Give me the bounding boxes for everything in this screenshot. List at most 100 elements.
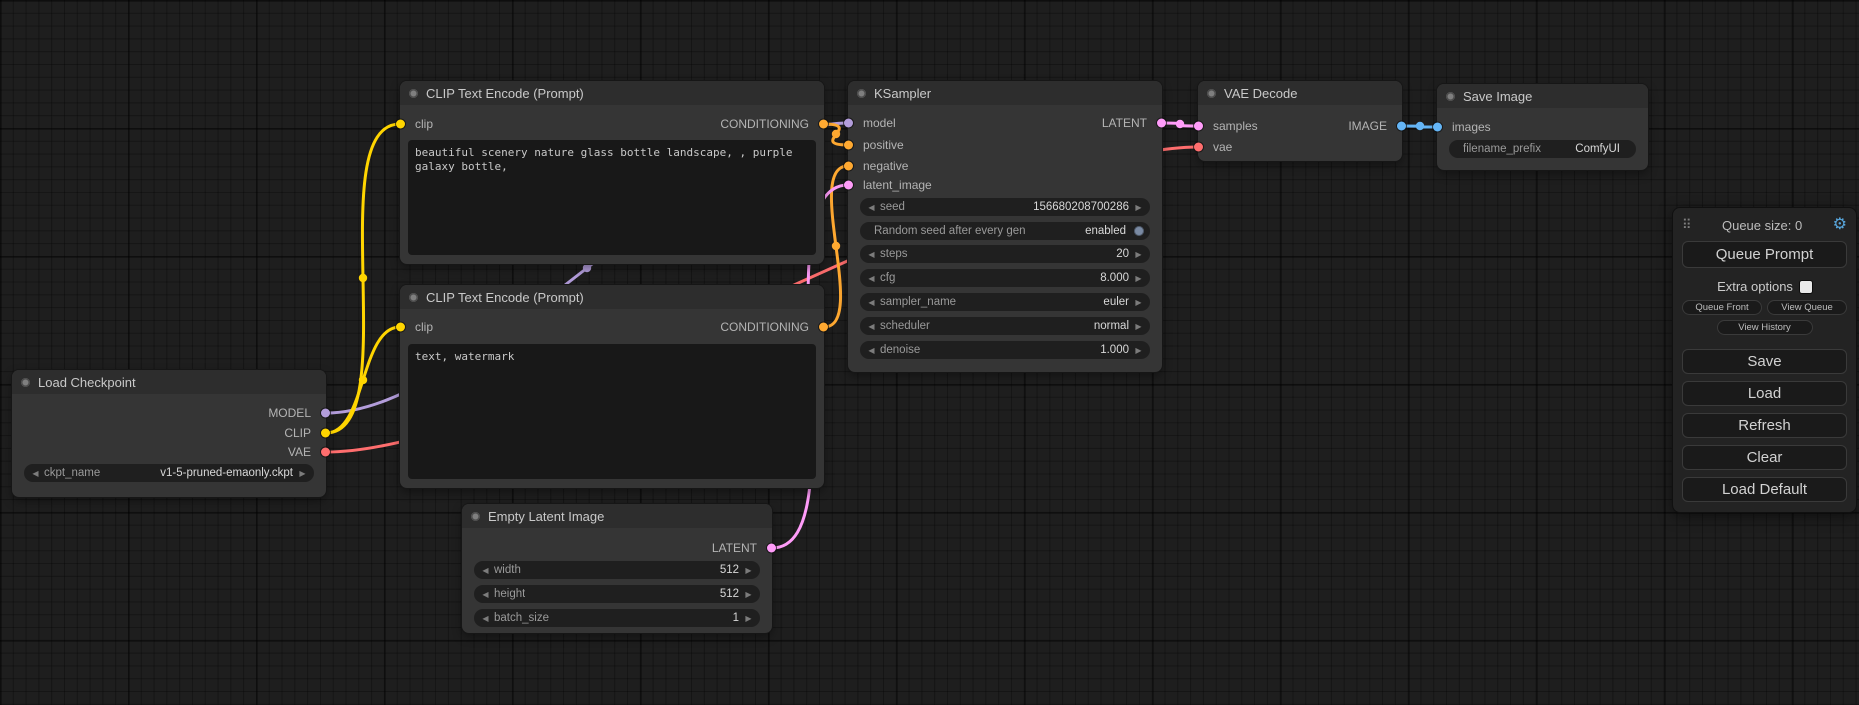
- input-slot-vae: vae: [1198, 137, 1402, 157]
- extra-options-checkbox[interactable]: [1800, 281, 1812, 293]
- prev-value-arrow-icon[interactable]: ◀: [479, 614, 492, 623]
- widget-seed[interactable]: ◀ seed 156680208700286 ▶: [860, 198, 1150, 216]
- node-collapse-dot[interactable]: [21, 378, 30, 387]
- view-history-button[interactable]: View History: [1717, 320, 1813, 335]
- node-title-bar[interactable]: CLIP Text Encode (Prompt): [400, 285, 824, 309]
- queue-prompt-button[interactable]: Queue Prompt: [1682, 241, 1847, 268]
- widget-value: enabled: [1085, 225, 1126, 237]
- next-value-arrow-icon[interactable]: ▶: [1132, 298, 1145, 307]
- widget-denoise[interactable]: ◀ denoise 1.000 ▶: [860, 341, 1150, 359]
- node-clip-text-encode-positive[interactable]: CLIP Text Encode (Prompt) clip CONDITION…: [400, 81, 824, 264]
- prev-value-arrow-icon[interactable]: ◀: [865, 274, 878, 283]
- save-button[interactable]: Save: [1682, 349, 1847, 374]
- prev-value-arrow-icon[interactable]: ◀: [865, 346, 878, 355]
- node-collapse-dot[interactable]: [471, 512, 480, 521]
- prev-value-arrow-icon[interactable]: ◀: [479, 590, 492, 599]
- next-value-arrow-icon[interactable]: ▶: [1132, 250, 1145, 259]
- prev-value-arrow-icon[interactable]: ◀: [29, 469, 42, 478]
- widget-steps[interactable]: ◀ steps 20 ▶: [860, 245, 1150, 263]
- input-port-negative[interactable]: [844, 162, 853, 171]
- node-collapse-dot[interactable]: [409, 89, 418, 98]
- widget-value: 512: [720, 588, 739, 600]
- next-value-arrow-icon[interactable]: ▶: [742, 566, 755, 575]
- output-port-model[interactable]: [321, 409, 330, 418]
- toggle-knob-icon[interactable]: [1134, 226, 1144, 236]
- node-title-bar[interactable]: VAE Decode: [1198, 81, 1402, 105]
- next-value-arrow-icon[interactable]: ▶: [1132, 203, 1145, 212]
- node-vae-decode[interactable]: VAE Decode samples vae IMAGE: [1198, 81, 1402, 161]
- output-port-conditioning[interactable]: [819, 120, 828, 129]
- input-slot-latent-image: latent_image: [848, 175, 1162, 195]
- prev-value-arrow-icon[interactable]: ◀: [865, 203, 878, 212]
- output-port-image[interactable]: [1397, 122, 1406, 131]
- input-port-positive[interactable]: [844, 141, 853, 150]
- input-port-images[interactable]: [1433, 123, 1442, 132]
- output-port-latent[interactable]: [767, 544, 776, 553]
- drag-handle-icon[interactable]: ⠿: [1682, 217, 1692, 233]
- next-value-arrow-icon[interactable]: ▶: [1132, 346, 1145, 355]
- node-collapse-dot[interactable]: [409, 293, 418, 302]
- widget-label: scheduler: [880, 320, 930, 332]
- output-label-clip: CLIP: [284, 426, 311, 440]
- widget-ckpt-name[interactable]: ◀ ckpt_name v1-5-pruned-emaonly.ckpt ▶: [24, 464, 314, 482]
- widget-sampler-name[interactable]: ◀ sampler_name euler ▶: [860, 293, 1150, 311]
- load-default-button[interactable]: Load Default: [1682, 477, 1847, 502]
- settings-gear-icon[interactable]: ⚙: [1833, 217, 1847, 233]
- link-image: [1402, 126, 1437, 127]
- node-collapse-dot[interactable]: [857, 89, 866, 98]
- node-title-bar[interactable]: KSampler: [848, 81, 1162, 105]
- next-value-arrow-icon[interactable]: ▶: [1132, 274, 1145, 283]
- input-port-vae[interactable]: [1194, 143, 1203, 152]
- widget-batch-size[interactable]: ◀ batch_size 1 ▶: [474, 609, 760, 627]
- prev-value-arrow-icon[interactable]: ◀: [865, 250, 878, 259]
- node-load-checkpoint[interactable]: Load Checkpoint MODEL CLIP VAE ◀ ckpt_na…: [12, 370, 326, 497]
- widget-cfg[interactable]: ◀ cfg 8.000 ▶: [860, 269, 1150, 287]
- node-collapse-dot[interactable]: [1207, 89, 1216, 98]
- output-label-image: IMAGE: [1348, 119, 1387, 133]
- view-queue-button[interactable]: View Queue: [1767, 300, 1847, 315]
- widget-filename-prefix[interactable]: filename_prefix ComfyUI: [1449, 140, 1636, 158]
- widget-control-after-generate[interactable]: Random seed after every gen enabled: [860, 222, 1150, 240]
- prev-value-arrow-icon[interactable]: ◀: [479, 566, 492, 575]
- input-label-images: images: [1452, 120, 1491, 134]
- next-value-arrow-icon[interactable]: ▶: [742, 590, 755, 599]
- widget-label: seed: [880, 201, 905, 213]
- node-title-bar[interactable]: CLIP Text Encode (Prompt): [400, 81, 824, 105]
- widget-value: 1: [733, 612, 739, 624]
- queue-front-button[interactable]: Queue Front: [1682, 300, 1762, 315]
- input-label-positive: positive: [863, 138, 904, 152]
- node-collapse-dot[interactable]: [1446, 92, 1455, 101]
- output-port-latent[interactable]: [1157, 119, 1166, 128]
- prompt-textarea[interactable]: beautiful scenery nature glass bottle la…: [408, 140, 816, 255]
- clear-button[interactable]: Clear: [1682, 445, 1847, 470]
- next-value-arrow-icon[interactable]: ▶: [742, 614, 755, 623]
- prev-value-arrow-icon[interactable]: ◀: [865, 322, 878, 331]
- next-value-arrow-icon[interactable]: ▶: [296, 469, 309, 478]
- input-port-latent-image[interactable]: [844, 181, 853, 190]
- node-title-bar[interactable]: Save Image: [1437, 84, 1648, 108]
- widget-label: height: [494, 588, 525, 600]
- widget-label: denoise: [880, 344, 920, 356]
- prev-value-arrow-icon[interactable]: ◀: [865, 298, 878, 307]
- output-slot-latent: LATENT: [462, 538, 772, 558]
- output-port-vae[interactable]: [321, 448, 330, 457]
- widget-scheduler[interactable]: ◀ scheduler normal ▶: [860, 317, 1150, 335]
- widget-height[interactable]: ◀ height 512 ▶: [474, 585, 760, 603]
- node-title-bar[interactable]: Empty Latent Image: [462, 504, 772, 528]
- load-button[interactable]: Load: [1682, 381, 1847, 406]
- output-port-clip[interactable]: [321, 429, 330, 438]
- node-clip-text-encode-negative[interactable]: CLIP Text Encode (Prompt) clip CONDITION…: [400, 285, 824, 488]
- widget-label: filename_prefix: [1463, 143, 1541, 155]
- prompt-textarea[interactable]: text, watermark: [408, 344, 816, 479]
- widget-width[interactable]: ◀ width 512 ▶: [474, 561, 760, 579]
- node-empty-latent-image[interactable]: Empty Latent Image LATENT ◀ width 512 ▶ …: [462, 504, 772, 633]
- node-save-image[interactable]: Save Image images filename_prefix ComfyU…: [1437, 84, 1648, 170]
- next-value-arrow-icon[interactable]: ▶: [1132, 322, 1145, 331]
- graph-canvas[interactable]: Load Checkpoint MODEL CLIP VAE ◀ ckpt_na…: [0, 0, 1859, 705]
- link-midpoint-image: [1416, 122, 1424, 130]
- link-midpoint-samples-latent: [1176, 120, 1184, 128]
- node-title-bar[interactable]: Load Checkpoint: [12, 370, 326, 394]
- output-port-conditioning[interactable]: [819, 323, 828, 332]
- refresh-button[interactable]: Refresh: [1682, 413, 1847, 438]
- node-ksampler[interactable]: KSampler model positive negative latent_…: [848, 81, 1162, 372]
